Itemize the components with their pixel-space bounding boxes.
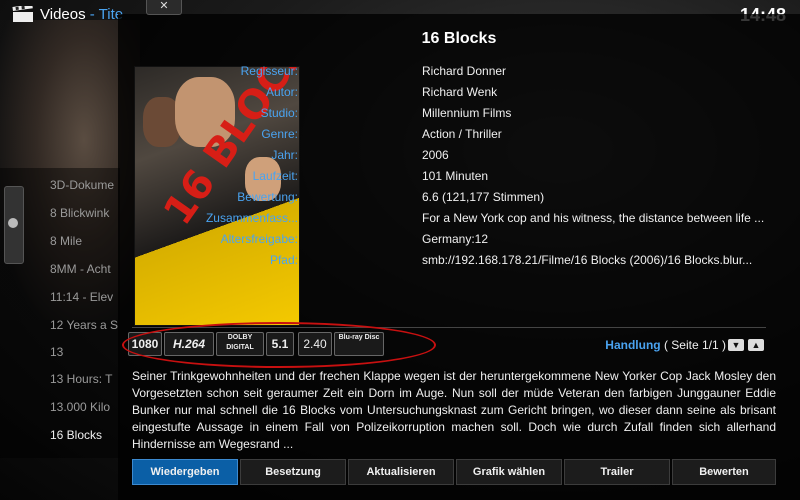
list-item[interactable]: 3D-Dokume [50, 178, 114, 192]
action-buttons: Wiedergeben Besetzung Aktualisieren Graf… [132, 459, 776, 485]
detail-label: Altersfreigabe: [220, 232, 298, 246]
plot-page-indicator: ( Seite 1/1 ) [663, 338, 726, 352]
detail-label: Jahr: [271, 148, 298, 162]
play-button[interactable]: Wiedergeben [132, 459, 238, 485]
close-button[interactable]: ✕ [146, 0, 182, 15]
plot-heading: Handlung [605, 338, 661, 352]
list-item-selected[interactable]: 16 Blocks [50, 428, 102, 442]
list-item[interactable]: 8 Blickwink [50, 206, 109, 220]
scroll-down-button[interactable]: ▼ [728, 339, 744, 351]
detail-value: smb://192.168.178.21/Filme/16 Blocks (20… [422, 253, 753, 267]
detail-value: 101 Minuten [422, 169, 489, 183]
detail-value: Germany:12 [422, 232, 489, 246]
list-item[interactable]: 13 Hours: T [50, 372, 112, 386]
list-item[interactable]: 13.000 Kilo [50, 400, 110, 414]
detail-value: 2006 [422, 148, 449, 162]
detail-label: Regisseur: [240, 64, 298, 78]
choose-art-button[interactable]: Grafik wählen [456, 459, 562, 485]
detail-label: Pfad: [269, 253, 298, 267]
highlight-oval [122, 322, 436, 368]
detail-value: Millennium Films [422, 106, 512, 120]
scroll-up-button[interactable]: ▲ [748, 339, 764, 351]
refresh-button[interactable]: Aktualisieren [348, 459, 454, 485]
list-item[interactable]: 12 Years a S [50, 318, 118, 332]
trailer-button[interactable]: Trailer [564, 459, 670, 485]
detail-value: Richard Wenk [422, 85, 498, 99]
side-menu-tab[interactable] [4, 186, 24, 264]
plot-text: Seiner Trinkgewohnheiten und der frechen… [132, 369, 776, 451]
list-item[interactable]: 8MM - Acht [50, 262, 111, 276]
detail-label: Zusammenfass... [205, 211, 298, 225]
list-item[interactable]: 8 Mile [50, 234, 82, 248]
cast-button[interactable]: Besetzung [240, 459, 346, 485]
detail-label: Bewertung: [237, 190, 298, 204]
list-item[interactable]: 13 [50, 345, 63, 359]
detail-label: Laufzeit: [252, 169, 298, 183]
clapperboard-icon [12, 6, 33, 22]
plot-header: Handlung ( Seite 1/1 ) [605, 338, 726, 352]
detail-value: For a New York cop and his witness, the … [422, 211, 765, 225]
detail-value: 6.6 (121,177 Stimmen) [422, 190, 545, 204]
movie-title: 16 Blocks [421, 30, 497, 47]
detail-value: Richard Donner [422, 64, 507, 78]
detail-value: Action / Thriller [422, 127, 502, 141]
detail-label: Autor: [265, 85, 298, 99]
detail-label: Genre: [261, 127, 298, 141]
app-title: Videos - Tite [40, 6, 123, 23]
rate-button[interactable]: Bewerten [672, 459, 776, 485]
list-item[interactable]: 11:14 - Elev [50, 290, 113, 304]
chevron-right-icon [8, 218, 18, 228]
detail-label: Studio: [260, 106, 298, 120]
window-title: Videos [40, 6, 86, 23]
info-dialog: 16 Blocks 16 BLOCKS Regisseur: Richard Do… [118, 14, 800, 500]
